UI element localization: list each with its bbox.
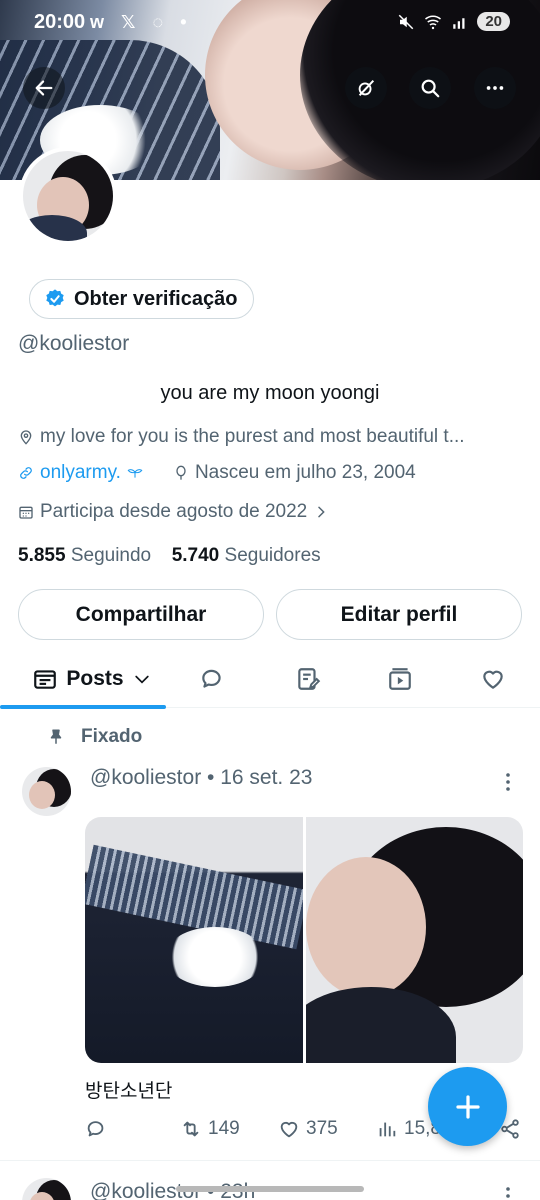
post-media[interactable]: [85, 817, 523, 1063]
post-image-1[interactable]: [85, 817, 303, 1063]
active-tab-indicator: [0, 705, 166, 709]
birth-date-text: Nasceu em julho 23, 2004: [194, 462, 416, 483]
post-avatar-face: [29, 781, 55, 809]
article-edit-icon: [298, 668, 321, 690]
grok-button[interactable]: [345, 67, 387, 109]
posts-icon: [34, 670, 57, 689]
like-button[interactable]: 375: [278, 1118, 338, 1140]
pinned-indicator: Fixado: [47, 726, 142, 748]
status-bar: 20:00 w 𝕏 ◌ • 20: [0, 0, 540, 46]
more-options-button[interactable]: [474, 67, 516, 109]
profile-bio: you are my moon yoongi: [160, 382, 380, 404]
post-header[interactable]: @kooliestor • 16 set. 23: [90, 766, 312, 790]
profile-tabs: Posts: [0, 650, 540, 709]
calendar-icon: [19, 506, 33, 519]
status-app-icons: w 𝕏 ◌ •: [90, 12, 193, 32]
get-verified-label: Obter verificação: [74, 287, 238, 310]
post-image-2[interactable]: [305, 817, 523, 1063]
heart-icon: [483, 670, 503, 689]
get-verified-button[interactable]: Obter verificação: [29, 279, 255, 319]
reply-button[interactable]: [85, 1118, 107, 1140]
repost-icon: [183, 1121, 199, 1137]
tab-articles[interactable]: [282, 650, 334, 708]
signal-icon: [453, 17, 465, 29]
mute-icon: [399, 14, 414, 29]
views-bars-icon: [379, 1122, 396, 1137]
more-horizontal-icon: [486, 86, 504, 90]
balloon-icon: [176, 465, 186, 480]
joined-date-text: Participa desde agosto de 2022: [40, 501, 308, 522]
plus-icon: [455, 1094, 480, 1119]
share-profile-button[interactable]: Compartilhar: [18, 589, 264, 640]
search-icon: [421, 79, 440, 98]
grok-icon: [358, 79, 375, 97]
followers-count: 5.740: [171, 545, 220, 566]
location-pin-icon: [20, 430, 32, 445]
chevron-right-icon: [318, 506, 325, 518]
pinned-label: Fixado: [81, 726, 143, 747]
profile-link-birth-row: onlyarmy. Nasceu em julho 23, 2004: [18, 462, 416, 484]
post-more-icon[interactable]: [496, 770, 520, 794]
pin-icon: [50, 729, 62, 744]
follow-counts: 5.855 Seguindo 5.740 Seguidores: [18, 545, 321, 567]
link-icon: [20, 467, 32, 479]
profile-avatar[interactable]: [19, 147, 117, 245]
followers-label: Seguidores: [224, 545, 321, 566]
profile-location: my love for you is the purest and most b…: [18, 426, 465, 448]
image2-face: [305, 857, 426, 997]
back-button[interactable]: [23, 67, 65, 109]
search-button[interactable]: [409, 67, 451, 109]
like-heart-icon: [280, 1121, 298, 1138]
compose-post-button[interactable]: [428, 1067, 507, 1146]
following-count: 5.855: [18, 545, 66, 566]
location-text: my love for you is the purest and most b…: [40, 426, 465, 447]
sprout-icon: [127, 469, 143, 478]
chevron-down-icon: [134, 675, 149, 684]
reply-bubble-icon: [202, 669, 221, 688]
image1-flower: [165, 927, 265, 987]
followers-link[interactable]: 5.740 Seguidores: [172, 545, 321, 566]
tab-posts-label: Posts: [66, 667, 124, 690]
repost-button[interactable]: 149: [180, 1118, 240, 1140]
gesture-navigation-bar[interactable]: [176, 1186, 364, 1192]
tab-replies[interactable]: [186, 650, 238, 708]
status-indicators: 20: [397, 12, 510, 31]
verified-badge-icon: [46, 289, 64, 307]
status-time: 20:00: [34, 11, 86, 33]
tab-posts[interactable]: Posts: [18, 650, 166, 708]
tab-likes[interactable]: [467, 650, 519, 708]
post2-author-avatar[interactable]: [22, 1178, 71, 1200]
battery-indicator: 20: [477, 12, 510, 31]
following-link[interactable]: 5.855 Seguindo: [18, 545, 151, 566]
following-label: Seguindo: [70, 545, 152, 566]
tab-media[interactable]: [374, 650, 426, 708]
arrow-left-icon: [35, 80, 53, 96]
reply-icon: [87, 1121, 104, 1137]
edit-profile-button[interactable]: Editar perfil: [276, 589, 522, 640]
repost-count: 149: [208, 1118, 240, 1139]
wifi-icon: [425, 14, 442, 29]
profile-handle: @kooliestor: [18, 332, 130, 355]
post-divider: [0, 1160, 540, 1161]
post2-more-icon[interactable]: [496, 1184, 520, 1200]
post-caption: 방탄소년단: [85, 1081, 173, 1102]
post-author-avatar[interactable]: [22, 767, 71, 816]
profile-website-link[interactable]: onlyarmy.: [40, 462, 121, 484]
profile-joined-row[interactable]: Participa desde agosto de 2022: [18, 501, 329, 523]
avatar-body: [23, 215, 87, 241]
media-play-icon: [389, 668, 411, 690]
like-count: 375: [306, 1118, 338, 1139]
